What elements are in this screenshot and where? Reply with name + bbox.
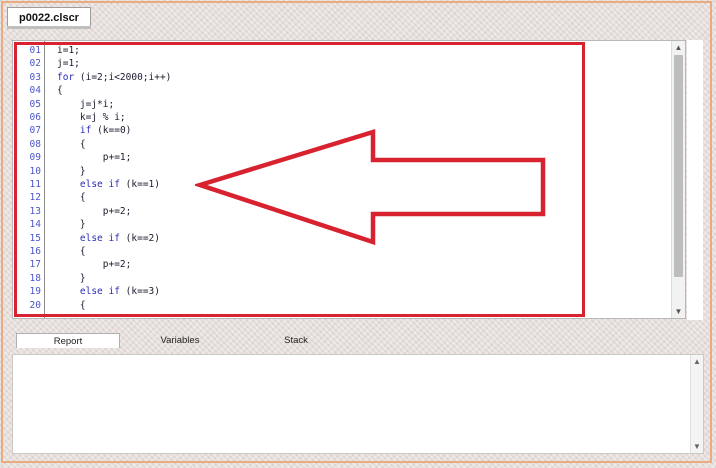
tab-underline xyxy=(7,26,91,29)
line-number: 02 xyxy=(29,58,41,70)
code-line[interactable]: i=1; xyxy=(57,44,80,57)
code-text: } xyxy=(57,165,86,177)
code-text: (k==0) xyxy=(91,125,132,137)
code-line[interactable]: if (k==0) xyxy=(57,124,132,137)
code-line[interactable]: } xyxy=(57,165,86,178)
report-scroll-up-icon[interactable]: ▲ xyxy=(691,357,703,366)
scroll-up-icon[interactable]: ▲ xyxy=(672,41,685,54)
code-text: { xyxy=(57,192,86,204)
side-margin xyxy=(687,40,703,320)
line-number: 07 xyxy=(29,125,41,137)
code-line[interactable]: { xyxy=(57,138,86,151)
code-line[interactable]: j=j*i; xyxy=(57,98,114,111)
code-line[interactable]: j=1; xyxy=(57,57,80,70)
code-line[interactable]: } xyxy=(57,272,86,285)
line-number: 11 xyxy=(29,179,41,190)
bottom-tab-bar: Report Variables Stack xyxy=(12,333,692,349)
tab-variables-label: Variables xyxy=(160,335,200,346)
keyword: for xyxy=(57,71,75,83)
code-text: p+=2; xyxy=(57,259,132,271)
code-line[interactable]: else if (k==3) xyxy=(57,285,160,298)
tab-stack[interactable]: Stack xyxy=(246,333,346,348)
code-text: p+=1; xyxy=(57,152,132,164)
editor-scrollbar[interactable]: ▲ ▼ xyxy=(671,41,685,318)
code-text: { xyxy=(57,299,86,311)
line-number: 04 xyxy=(29,85,41,97)
line-number: 13 xyxy=(29,205,41,217)
scroll-down-icon[interactable]: ▼ xyxy=(672,305,685,318)
code-text: j=1; xyxy=(57,58,80,70)
line-number: 17 xyxy=(29,259,41,271)
tab-file[interactable]: p0022.clscr xyxy=(7,7,91,27)
code-text: (k==2) xyxy=(119,232,160,244)
line-number-gutter: 01 02 03 04 05 06 07 08 09 10 11 12 13 14 15 16 17 18 19 20 xyxy=(13,41,45,318)
code-line[interactable]: p+=2; xyxy=(57,258,132,271)
code-line[interactable]: else if (k==1) xyxy=(57,178,160,191)
line-number: 20 xyxy=(29,299,41,311)
code-text: j=j*i; xyxy=(57,98,115,110)
code-line[interactable]: for (i=2;i<2000;i++) xyxy=(57,71,171,84)
keyword: if xyxy=(79,125,92,137)
code-text: (k==3) xyxy=(119,286,160,298)
line-number: 06 xyxy=(29,112,41,123)
code-line[interactable]: { xyxy=(57,299,86,312)
tab-file-label: p0022.clscr xyxy=(19,11,79,24)
line-number: 05 xyxy=(29,98,41,110)
code-line[interactable]: p+=2; xyxy=(57,205,132,218)
pointer-arrow-icon xyxy=(195,128,546,246)
code-text: { xyxy=(57,138,86,150)
line-number: 19 xyxy=(29,286,41,298)
code-text: } xyxy=(57,219,86,231)
code-text: (k==1) xyxy=(119,179,160,190)
line-number: 03 xyxy=(29,71,41,83)
code-text: } xyxy=(57,272,86,284)
code-text: (i=2;i<2000;i++) xyxy=(74,71,172,83)
line-number: 12 xyxy=(29,192,41,204)
code-line[interactable]: { xyxy=(57,191,86,204)
report-scroll-down-icon[interactable]: ▼ xyxy=(691,442,703,451)
code-line[interactable]: else if (k==2) xyxy=(57,232,160,245)
tab-report[interactable]: Report xyxy=(16,333,120,348)
code-line[interactable]: } xyxy=(57,218,86,231)
line-number: 09 xyxy=(29,152,41,164)
report-panel[interactable]: ▲ ▼ xyxy=(12,354,704,454)
tab-variables[interactable]: Variables xyxy=(130,333,230,348)
code-text: { xyxy=(57,85,63,97)
line-number: 18 xyxy=(29,272,41,284)
code-line[interactable]: { xyxy=(57,84,63,97)
code-line[interactable]: p+=1; xyxy=(57,151,132,164)
keyword: else if xyxy=(79,179,120,190)
tab-report-label: Report xyxy=(53,335,83,347)
keyword: else if xyxy=(79,286,120,298)
scrollbar-thumb[interactable] xyxy=(674,55,683,277)
line-number: 14 xyxy=(29,219,41,231)
code-text: i=1; xyxy=(57,45,80,56)
code-line[interactable]: { xyxy=(57,245,86,258)
tab-stack-label: Stack xyxy=(284,335,308,346)
line-number: 10 xyxy=(29,165,41,177)
code-line[interactable]: k=j % i; xyxy=(57,111,126,124)
report-scrollbar[interactable]: ▲ ▼ xyxy=(690,355,703,453)
code-text: k=j % i; xyxy=(57,112,126,123)
code-text: p+=2; xyxy=(57,205,132,217)
code-text: { xyxy=(57,246,86,257)
line-number: 01 xyxy=(29,45,41,56)
keyword: else if xyxy=(79,232,120,244)
line-number: 15 xyxy=(29,232,41,244)
line-number: 08 xyxy=(29,138,41,150)
line-number: 16 xyxy=(29,246,41,257)
